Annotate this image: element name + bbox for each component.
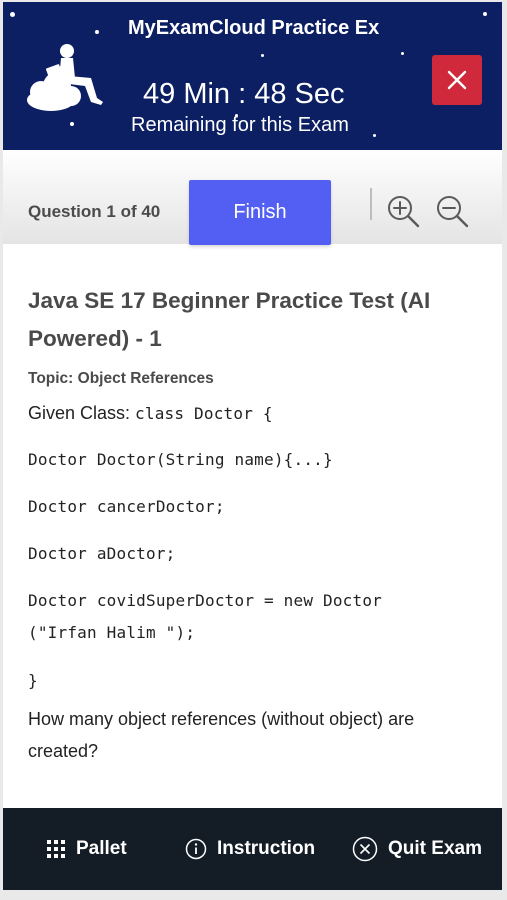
exam-header: MyExamCloud Practice Ex 49 Min : 48 Sec … xyxy=(3,2,502,150)
code-line: Doctor aDoctor; xyxy=(28,544,176,563)
grid-icon xyxy=(47,840,65,858)
pallet-button[interactable]: Pallet xyxy=(46,808,127,890)
star-decoration xyxy=(10,12,15,17)
exam-title: MyExamCloud Practice Ex xyxy=(128,17,380,39)
exam-window: MyExamCloud Practice Ex 49 Min : 48 Sec … xyxy=(3,2,502,890)
star-decoration xyxy=(483,12,487,16)
star-decoration xyxy=(261,54,264,57)
quit-exam-button[interactable]: Quit Exam xyxy=(352,808,482,890)
star-decoration xyxy=(70,122,74,126)
test-title: Java SE 17 Beginner Practice Test (AI Po… xyxy=(28,288,431,351)
star-decoration xyxy=(373,134,376,137)
finish-button[interactable]: Finish xyxy=(189,180,331,245)
given-code: class Doctor { xyxy=(135,404,273,423)
pallet-label: Pallet xyxy=(76,838,127,859)
bottom-navigation: Pallet Instruction Quit Exam xyxy=(3,808,502,890)
question-prompt: How many object references (without obje… xyxy=(28,709,415,761)
info-icon xyxy=(185,838,207,860)
given-class-line: Given Class: class Doctor { xyxy=(28,401,478,426)
code-line: Doctor Doctor(String name){...} xyxy=(28,450,333,469)
zoom-in-icon[interactable] xyxy=(386,194,420,228)
code-line: Doctor covidSuperDoctor = new Doctor xyxy=(28,591,382,610)
question-counter: Question 1 of 40 xyxy=(28,202,161,221)
given-label: Given Class: xyxy=(28,403,136,423)
star-decoration xyxy=(95,30,99,34)
close-icon xyxy=(447,70,467,90)
instruction-button[interactable]: Instruction xyxy=(185,808,315,890)
toolbar-divider xyxy=(370,188,372,220)
person-on-cloud-logo xyxy=(27,44,103,111)
question-topic: Topic: Object References xyxy=(28,370,214,387)
code-line: ("Irfan Halim "); xyxy=(28,623,196,642)
question-content: Java SE 17 Beginner Practice Test (AI Po… xyxy=(28,282,478,767)
remaining-label: Remaining for this Exam xyxy=(131,114,349,136)
zoom-out-icon[interactable] xyxy=(435,194,469,228)
quit-exam-label: Quit Exam xyxy=(388,838,482,859)
star-decoration xyxy=(401,52,404,55)
close-exam-button[interactable] xyxy=(432,55,482,105)
instruction-label: Instruction xyxy=(217,838,316,859)
code-line: Doctor cancerDoctor; xyxy=(28,497,225,516)
countdown-timer: 49 Min : 48 Sec xyxy=(143,78,345,110)
close-circle-icon xyxy=(352,836,378,862)
code-line: } xyxy=(28,671,38,690)
